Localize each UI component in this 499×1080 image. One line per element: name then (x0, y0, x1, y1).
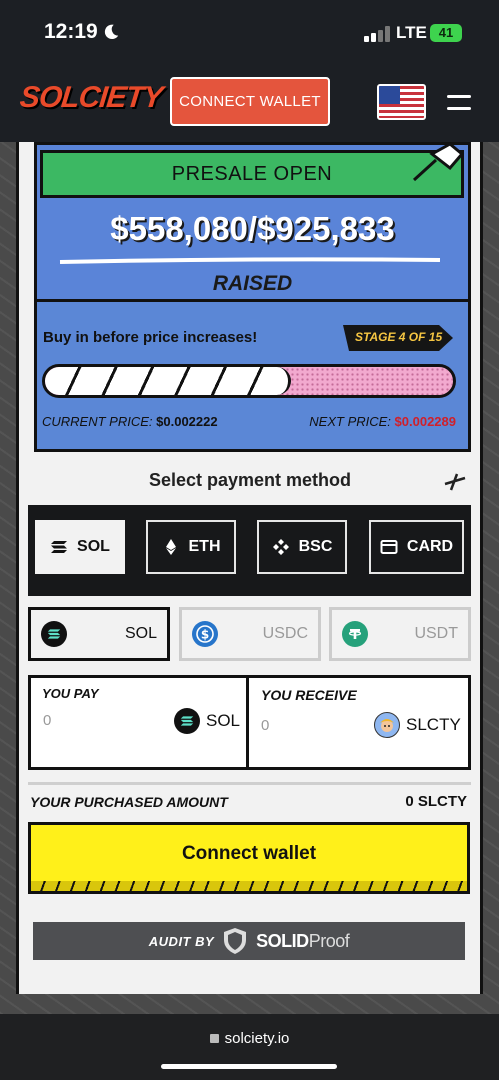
purchased-amount-label: YOUR PURCHASED AMOUNT (30, 794, 228, 810)
solana-icon (174, 708, 200, 734)
you-pay-token: SOL (174, 708, 240, 734)
exchange-divider (246, 675, 249, 770)
menu-icon[interactable] (447, 93, 471, 113)
url-text: solciety.io (224, 1030, 290, 1047)
stage-label: STAGE 4 OF 15 (355, 330, 443, 344)
raised-label: RAISED (212, 272, 293, 295)
moon-icon (104, 24, 119, 40)
method-bsc-label: BSC (298, 538, 333, 555)
payment-method-title: Select payment method (148, 470, 352, 490)
connect-wallet-main-button[interactable]: Connect wallet (28, 822, 470, 894)
home-indicator[interactable] (161, 1064, 337, 1069)
signal-icon (364, 26, 392, 42)
site-header: SOLCIETY CONNECT WALLET (0, 64, 499, 142)
method-sol-button[interactable]: SOL (35, 520, 125, 574)
bnb-icon (272, 539, 289, 555)
pencil-icon (444, 473, 466, 491)
method-bsc-button[interactable]: BSC (257, 520, 347, 574)
presale-banner: PRESALE OPEN (40, 150, 464, 198)
you-receive-label: YOU RECEIVE (261, 687, 357, 703)
token-sol-label: SOL (124, 625, 157, 642)
token-sol-button[interactable]: SOL (28, 607, 170, 661)
method-eth-label: ETH (188, 538, 221, 555)
audit-label: AUDIT BY (148, 933, 215, 949)
raised-amount: $558,080/$925,833 (110, 210, 395, 247)
audit-badge[interactable]: AUDIT BY SOLIDProof (33, 922, 465, 960)
connect-wallet-label: Connect wallet (181, 843, 317, 864)
slcty-token-icon (374, 712, 400, 738)
you-pay-label: YOU PAY (42, 686, 99, 701)
underline-swoosh (59, 257, 441, 264)
token-usdt-button[interactable]: USDT (329, 607, 471, 661)
address-bar[interactable]: solciety.io (0, 1030, 499, 1047)
you-receive-value: 0 (261, 717, 270, 734)
status-bar: 12:19 LTE 41 (0, 0, 499, 64)
pin-icon (412, 142, 465, 182)
usdc-icon: $ (192, 621, 218, 647)
current-price: CURRENT PRICE: $0.002222 (42, 414, 218, 429)
method-card-button[interactable]: CARD (369, 520, 464, 574)
method-eth-button[interactable]: ETH (146, 520, 236, 574)
next-price: NEXT PRICE: $0.002289 (309, 414, 456, 429)
you-pay-input[interactable]: 0 (43, 712, 51, 729)
ethereum-icon (165, 539, 176, 555)
purchased-divider (28, 782, 471, 785)
method-sol-label: SOL (77, 538, 110, 555)
token-usdt-label: USDT (414, 625, 458, 642)
audit-brand: SOLIDProof (256, 930, 350, 951)
presale-progress-bar (42, 364, 456, 398)
network-type: LTE (396, 23, 427, 42)
solana-icon (51, 541, 68, 553)
browser-bottom-bar (0, 1014, 499, 1080)
you-receive-token-label: SLCTY (406, 715, 461, 734)
card-icon (380, 540, 398, 554)
method-card-label: CARD (406, 538, 454, 555)
connect-wallet-button[interactable]: CONNECT WALLET (170, 77, 330, 126)
you-receive-token: SLCTY (374, 712, 461, 738)
svg-text:$: $ (201, 628, 209, 642)
token-usdc-button[interactable]: $ USDC (179, 607, 321, 661)
purchased-amount-value: 0 SLCTY (405, 793, 467, 810)
us-flag-icon[interactable] (377, 84, 426, 120)
progress-fill (45, 367, 292, 395)
buy-in-note: Buy in before price increases! (43, 329, 258, 346)
solana-icon (41, 621, 67, 647)
battery-icon: 41 (430, 24, 462, 42)
lock-icon (209, 1034, 219, 1043)
status-time: 12:19 (44, 20, 98, 43)
tether-icon (342, 621, 368, 647)
you-pay-token-label: SOL (206, 711, 241, 730)
logo[interactable]: SOLCIETY (18, 81, 163, 115)
token-usdc-label: USDC (262, 625, 308, 642)
shield-icon (224, 928, 247, 954)
